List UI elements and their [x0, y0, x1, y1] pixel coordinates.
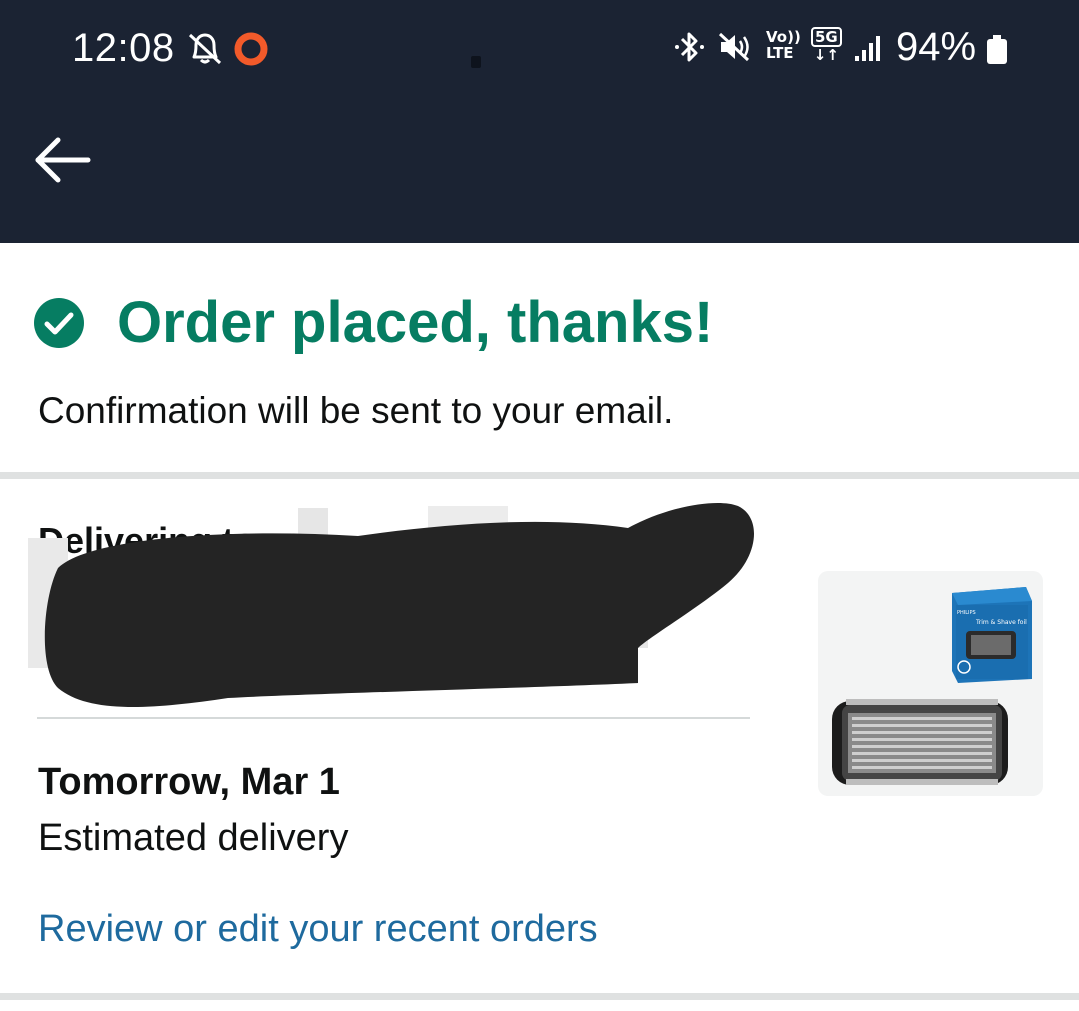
product-image: PHILIPS Trim & Shave foil — [832, 587, 1032, 785]
mute-icon — [718, 32, 754, 67]
address-redaction — [28, 498, 768, 728]
delivery-date: Tomorrow, Mar 1 — [38, 761, 340, 803]
section-divider — [0, 472, 1079, 479]
order-confirmation-screen: 12:08 Vo)) LTE 5G ↓↑ 94% Order placed, t… — [0, 0, 1079, 1011]
network-type: 5G — [811, 27, 842, 47]
bottom-divider — [0, 993, 1079, 1000]
confirmation-subtitle: Confirmation will be sent to your email. — [38, 390, 674, 431]
back-button[interactable] — [32, 135, 92, 185]
signal-icon — [854, 34, 884, 67]
product-thumbnail[interactable]: PHILIPS Trim & Shave foil — [818, 571, 1043, 796]
battery-icon — [985, 35, 1009, 70]
battery-percent: 94% — [896, 25, 977, 69]
status-time: 12:08 — [72, 26, 175, 70]
volte-bottom: LTE — [766, 44, 794, 62]
package-text: Trim & Shave foil — [975, 619, 1027, 626]
package-brand: PHILIPS — [957, 610, 976, 616]
confirmation-title: Order placed, thanks! — [117, 290, 714, 355]
camera-dot — [471, 56, 481, 68]
volte-indicator: Vo)) LTE — [766, 29, 801, 61]
address-divider — [37, 717, 750, 719]
network-indicator: 5G ↓↑ — [811, 27, 842, 63]
bluetooth-icon — [674, 30, 706, 69]
recording-icon — [232, 30, 270, 73]
estimated-delivery-label: Estimated delivery — [38, 817, 349, 859]
confirmation-section: Order placed, thanks! Confirmation will … — [0, 243, 1079, 473]
review-orders-link[interactable]: Review or edit your recent orders — [38, 908, 598, 951]
check-circle-icon — [33, 297, 85, 354]
data-arrows-icon: ↓↑ — [813, 46, 839, 64]
arrow-left-icon — [35, 137, 91, 183]
bell-off-icon — [186, 31, 224, 70]
header: 12:08 Vo)) LTE 5G ↓↑ 94% — [0, 0, 1079, 243]
